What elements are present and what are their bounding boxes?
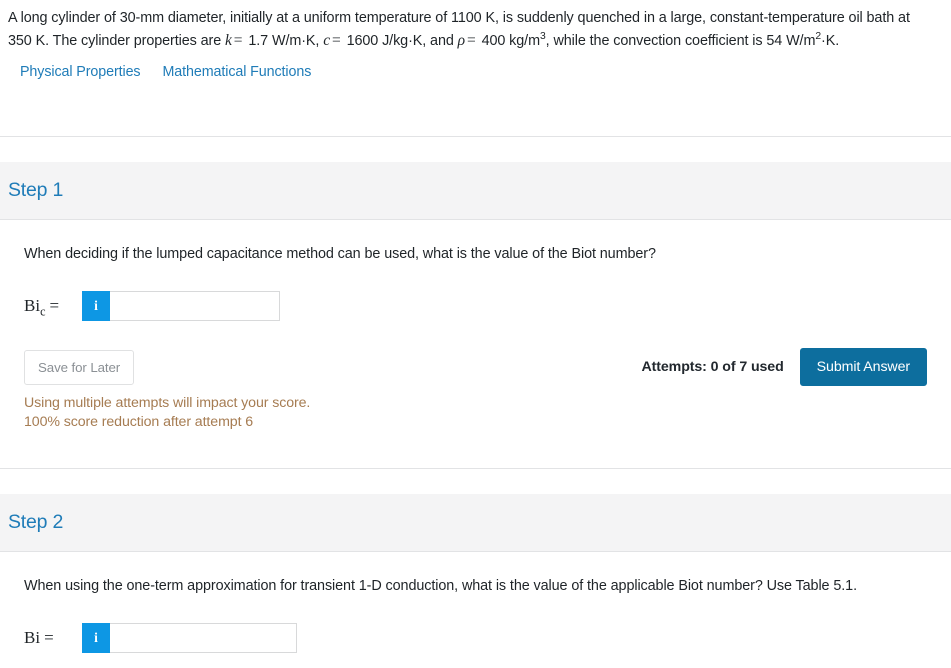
- k-symbol: k: [225, 31, 232, 49]
- bi-subscript: c: [40, 304, 46, 319]
- equals-2: =: [332, 31, 341, 49]
- rho-symbol: ρ: [457, 31, 466, 49]
- step-1-header: Step 1: [0, 162, 951, 220]
- problem-page: A long cylinder of 30-mm diameter, initi…: [0, 0, 951, 653]
- step-2-body: When using the one-term approximation fo…: [0, 552, 951, 653]
- bi-equals: =: [44, 628, 54, 647]
- c-value: 1600 J/kg·K, and: [346, 32, 458, 49]
- warning-score-reduction: 100% score reduction after attempt 6: [24, 414, 254, 430]
- step-2-title: Step 2: [8, 511, 64, 533]
- save-for-later-button[interactable]: Save for Later: [24, 349, 135, 385]
- problem-text: A long cylinder of 30-mm diameter, initi…: [8, 8, 927, 52]
- step-1-warnings: Using multiple attempts will impact your…: [24, 386, 927, 432]
- step-1-title: Step 1: [8, 179, 64, 201]
- step-1-body: When deciding if the lumped capacitance …: [0, 220, 951, 468]
- step-1-actions-right: Attempts: 0 of 7 used Submit Answer: [641, 348, 927, 386]
- step-2-question: When using the one-term approximation fo…: [24, 578, 857, 594]
- gap-above-step-2: [0, 469, 951, 494]
- attempts-counter: Attempts: 0 of 7 used: [641, 359, 784, 375]
- step-1-answer-row: Bic = i: [24, 265, 927, 321]
- spacer-top: [0, 80, 951, 136]
- rho-value: 400 kg/m: [481, 32, 541, 49]
- info-icon[interactable]: i: [82, 291, 110, 321]
- step-1-input-group: i: [82, 291, 280, 321]
- problem-tail: , while the convection coefficient is 54…: [545, 32, 816, 49]
- problem-end: ·K.: [821, 32, 840, 49]
- submit-answer-button[interactable]: Submit Answer: [799, 348, 927, 386]
- k-value: 1.7 W/m·K,: [248, 32, 324, 49]
- equals-1: =: [233, 31, 243, 49]
- bi-symbol: Bi: [24, 296, 41, 315]
- equals-3: =: [467, 31, 476, 49]
- step-1-answer-label: Bic =: [24, 296, 82, 319]
- bi-equals: =: [49, 296, 60, 315]
- step-1-actions: Save for Later Attempts: 0 of 7 used Sub…: [24, 321, 927, 386]
- step-2-answer-label: Bi =: [24, 628, 82, 648]
- step-2-answer-input[interactable]: [110, 623, 297, 653]
- step-2-answer-row: Bi = i: [24, 597, 927, 653]
- resource-links: Physical Properties Mathematical Functio…: [0, 52, 951, 80]
- step-1-bottom-pad: [24, 432, 927, 468]
- mathematical-functions-link[interactable]: Mathematical Functions: [162, 64, 311, 80]
- gap-above-step-1: [0, 137, 951, 162]
- step-2-header: Step 2: [0, 494, 951, 552]
- info-icon[interactable]: i: [82, 623, 110, 653]
- bi-symbol: Bi: [24, 628, 41, 647]
- step-1-question: When deciding if the lumped capacitance …: [24, 246, 656, 262]
- step-2-input-group: i: [82, 623, 297, 653]
- problem-statement: A long cylinder of 30-mm diameter, initi…: [0, 0, 951, 52]
- c-symbol: c: [323, 31, 330, 49]
- physical-properties-link[interactable]: Physical Properties: [20, 64, 141, 80]
- warning-attempts-impact: Using multiple attempts will impact your…: [24, 395, 311, 411]
- step-1-answer-input[interactable]: [110, 291, 280, 321]
